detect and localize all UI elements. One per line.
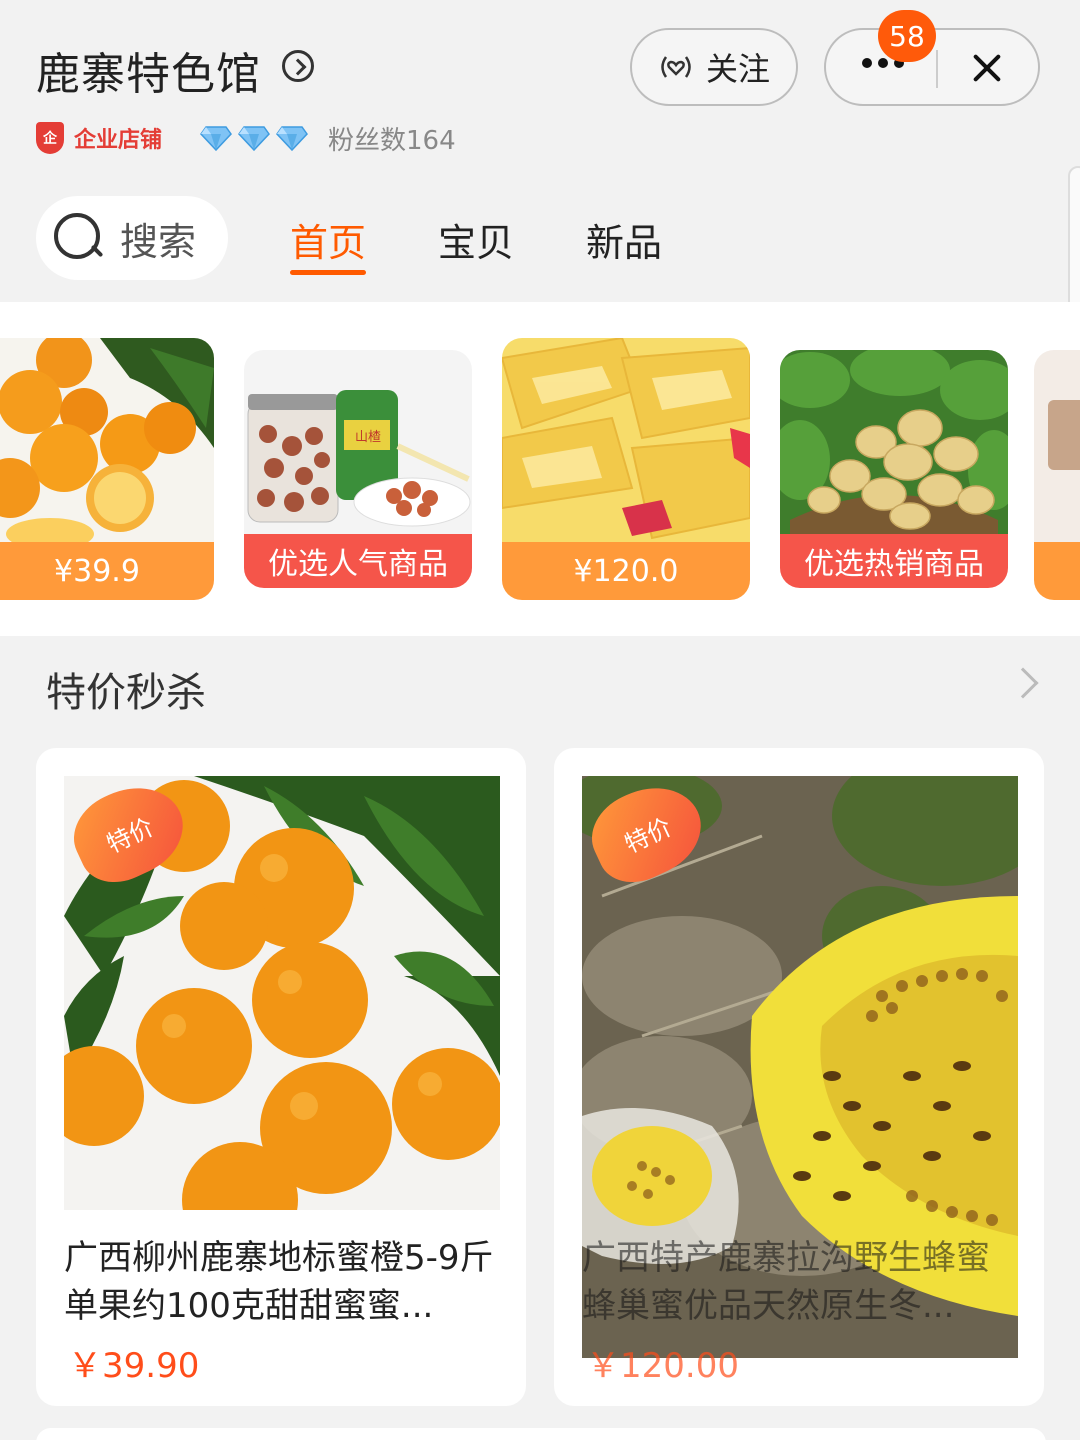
product-price: ￥39.90 bbox=[68, 1346, 200, 1386]
shop-badge-row: 企 企业店铺 粉丝数164 bbox=[36, 118, 456, 158]
close-icon[interactable] bbox=[966, 46, 1006, 90]
notification-badge: 58 bbox=[878, 10, 936, 62]
carousel-band: 优选热销商品 bbox=[780, 534, 1008, 588]
follow-label: 关注 bbox=[705, 50, 770, 88]
carousel-card[interactable]: 优选热销商品 bbox=[780, 350, 1008, 588]
broadcast-heart-icon bbox=[661, 56, 691, 78]
chevron-right-icon[interactable] bbox=[1007, 667, 1039, 699]
product-card[interactable]: 特价 广西柳州鹿寨地标蜜橙5-9斤单果约100克甜甜蜜蜜... ￥39.90 bbox=[36, 748, 526, 1406]
svg-text:山楂: 山楂 bbox=[355, 430, 381, 445]
search-button[interactable]: 搜索 bbox=[36, 196, 228, 280]
follow-button[interactable]: 关注 bbox=[630, 28, 798, 106]
featured-carousel: ¥39.9 山楂 优选人气商品 ¥120.0 优选热销商品 bbox=[0, 302, 1080, 636]
diamond-icon bbox=[238, 125, 270, 152]
shop-tabs: 首页 宝贝 新品 bbox=[290, 212, 662, 275]
next-section-card bbox=[36, 1428, 1046, 1440]
tab-items[interactable]: 宝贝 bbox=[438, 212, 514, 274]
carousel-card[interactable]: ¥120.0 bbox=[502, 338, 750, 600]
product-title: 广西特产鹿寨拉沟野生蜂蜜蜂巢蜜优品天然原生冬... bbox=[582, 1238, 990, 1326]
section-title: 特价秒杀 bbox=[46, 670, 206, 716]
shop-header: 鹿寨特色馆 企 企业店铺 粉丝数164 关注 58 搜索 首页 宝贝 新品 bbox=[0, 0, 1080, 300]
hawthorn-jars-image: 山楂 bbox=[244, 350, 472, 536]
carousel-band: ¥120.0 bbox=[502, 542, 750, 600]
enterprise-label: 企业店铺 bbox=[74, 128, 163, 153]
fans-count: 粉丝数164 bbox=[328, 125, 456, 156]
product-image: 特价 bbox=[64, 776, 500, 1210]
diamond-icon bbox=[200, 125, 232, 152]
product-card[interactable]: 特价 广西特产鹿寨拉沟野生蜂蜜蜂巢蜜优品天然原生冬... ￥120.00 bbox=[554, 748, 1044, 1406]
carousel-card[interactable]: 山楂 优选人气商品 bbox=[244, 350, 472, 588]
shop-rating-diamonds bbox=[200, 125, 308, 152]
capsule-divider bbox=[936, 50, 938, 88]
enterprise-shield-icon: 企 bbox=[36, 122, 64, 154]
potatoes-image bbox=[780, 350, 1008, 536]
product-title: 广西柳州鹿寨地标蜜橙5-9斤单果约100克甜甜蜜蜜... bbox=[64, 1238, 494, 1326]
product-price: ￥120.00 bbox=[586, 1346, 739, 1386]
chevron-right-circle-icon[interactable] bbox=[282, 50, 314, 82]
tab-new[interactable]: 新品 bbox=[586, 212, 662, 274]
search-icon bbox=[52, 211, 106, 265]
shop-name[interactable]: 鹿寨特色馆 bbox=[36, 38, 261, 102]
honeycomb-image bbox=[502, 338, 750, 548]
carousel-card[interactable] bbox=[1034, 350, 1080, 600]
tab-home[interactable]: 首页 bbox=[290, 212, 367, 275]
diamond-icon bbox=[276, 125, 308, 152]
carousel-band: ¥39.9 bbox=[0, 542, 214, 600]
carousel-band: 优选人气商品 bbox=[244, 534, 472, 588]
search-label: 搜索 bbox=[120, 219, 197, 264]
carousel-card[interactable]: ¥39.9 bbox=[0, 338, 214, 600]
oranges-image bbox=[0, 338, 214, 548]
